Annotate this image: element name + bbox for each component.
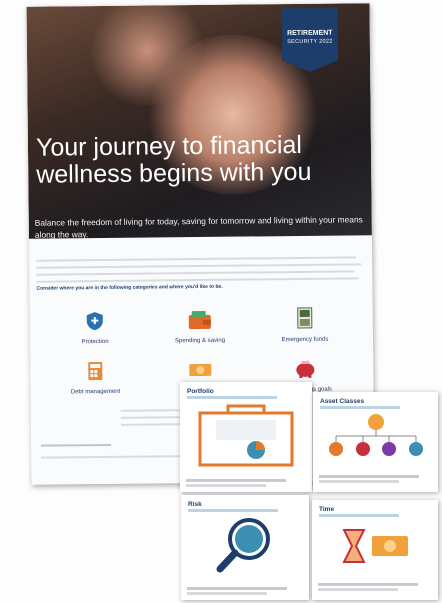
badge-sub: SECURITY 2022: [287, 38, 333, 46]
intro-text-line: [36, 263, 362, 269]
card-footnote: [187, 587, 287, 590]
hourglass-icon: [342, 529, 408, 563]
card-footnote: [319, 480, 399, 483]
card-subtitle: [188, 509, 278, 512]
card-portfolio: Portfolio: [180, 382, 312, 492]
storage-icon: [297, 307, 313, 329]
card-asset-classes: Asset Classes: [313, 392, 438, 492]
category-label: Debt management: [70, 388, 121, 396]
money-icon: [189, 363, 212, 377]
body-text-line: [41, 443, 112, 447]
hero-photo: RETIREMENT SECURITY 2022 Your journey to…: [26, 3, 372, 239]
category-emergency: Emergency funds: [260, 306, 350, 343]
category-label: Protection: [81, 338, 109, 346]
card-footnote: [187, 592, 267, 595]
wallet-icon: [188, 310, 211, 330]
category-protection: Protection: [50, 311, 140, 346]
card-footnote: [318, 588, 398, 591]
card-risk: Risk: [181, 495, 309, 600]
photo-backdrop: RETIREMENT SECURITY 2022 Your journey to…: [0, 0, 442, 603]
intro-text-line: [36, 270, 355, 276]
intro-paragraph: Consider where you are in the following …: [36, 256, 366, 292]
subhead: Balance the freedom of living for today,…: [34, 214, 363, 239]
calculator-icon: [88, 362, 103, 381]
category-spending: Spending & saving: [155, 310, 245, 345]
brand-badge: RETIREMENT SECURITY 2022: [282, 8, 339, 73]
asset-tree-icon: [329, 414, 423, 456]
card-footnote: [319, 475, 419, 478]
card-footnote: [186, 484, 266, 487]
card-subtitle: [320, 406, 400, 409]
call-to-action: Consider where you are in the following …: [36, 283, 223, 292]
card-footnote: [318, 583, 418, 586]
card-subtitle: [187, 396, 277, 399]
magnifier-icon: [216, 518, 270, 573]
headline: Your journey to financial wellness begin…: [35, 130, 312, 189]
category-debt: Debt management: [50, 361, 140, 396]
badge-top: [282, 22, 338, 23]
category-label: Emergency funds: [281, 336, 329, 344]
body-text-line: [41, 455, 192, 459]
piggy-bank-icon: [296, 360, 315, 378]
card-title: Asset Classes: [320, 398, 365, 405]
badge-main: RETIREMENT: [287, 29, 333, 38]
briefcase-icon: [198, 404, 294, 467]
body-text-line: [120, 423, 181, 426]
card-time: Time: [312, 500, 438, 600]
category-label: Spending & saving: [174, 337, 226, 345]
card-title: Risk: [188, 501, 202, 508]
card-footnote: [186, 479, 286, 482]
intro-text-line: [36, 256, 357, 262]
card-subtitle: [319, 514, 399, 517]
shield-icon: [86, 312, 103, 331]
card-title: Portfolio: [187, 388, 214, 395]
card-title: Time: [319, 506, 335, 513]
